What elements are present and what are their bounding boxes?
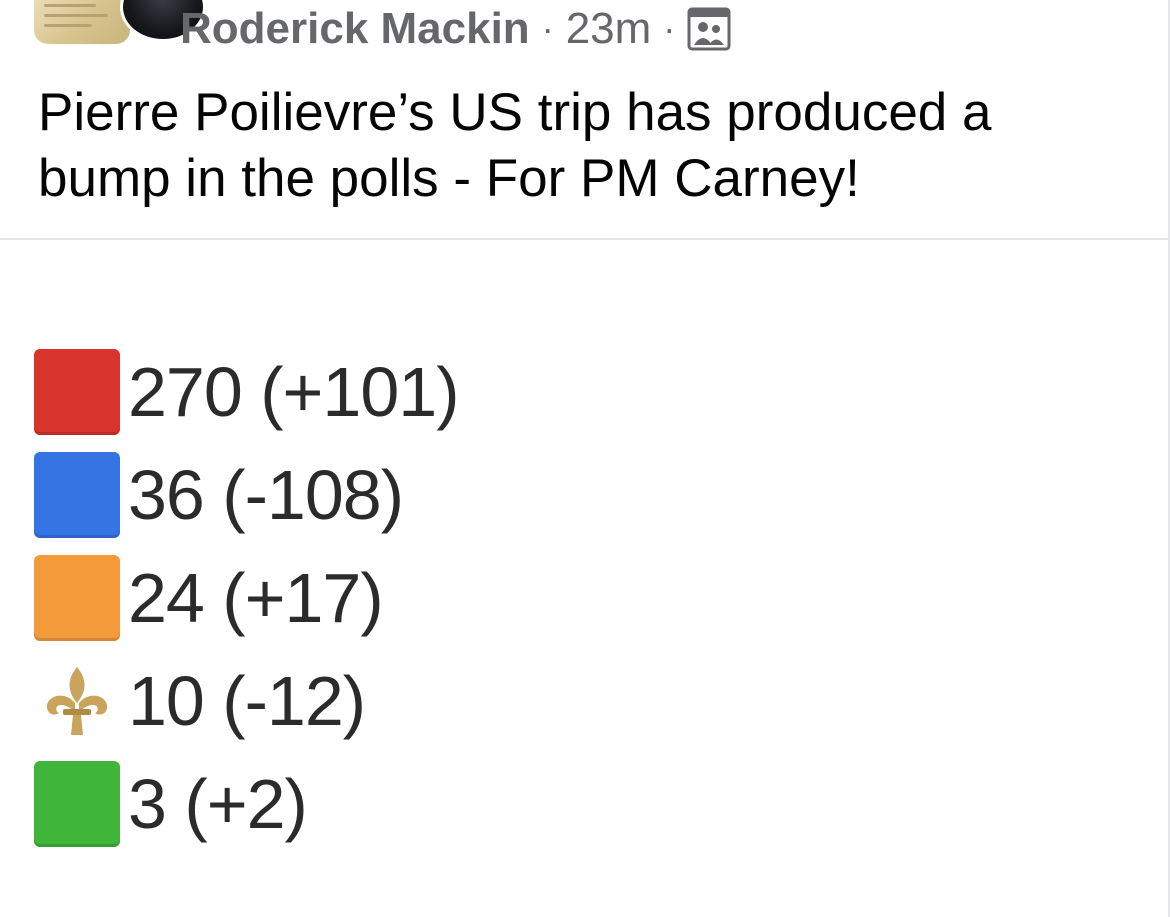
divider: [0, 238, 1168, 240]
result-text: 270 (+101): [128, 352, 460, 431]
blue-square-icon: [34, 451, 120, 538]
red-square-icon: [34, 348, 120, 435]
orange-square-icon: [34, 554, 120, 641]
page-avatar[interactable]: [34, 0, 130, 44]
green-square-icon: [34, 760, 120, 847]
post-text: Pierre Poilievre’s US trip has produced …: [38, 83, 992, 208]
result-text: 3 (+2): [128, 764, 308, 843]
group-audience-icon[interactable]: [687, 7, 731, 51]
author-name[interactable]: Roderick Mackin: [180, 4, 530, 54]
result-row: 270 (+101): [34, 340, 734, 443]
seat-projection-list: 270 (+101) 36 (-108) 24 (+17) 10 (-12) 3…: [34, 340, 734, 855]
facebook-post: Roderick Mackin · 23m · Pierre Poilievre…: [0, 0, 1170, 917]
meta-separator: ·: [541, 8, 554, 49]
fleur-de-lis-icon: [34, 658, 120, 744]
result-text: 10 (-12): [128, 661, 366, 740]
meta-separator: ·: [663, 8, 676, 49]
result-row: 24 (+17): [34, 546, 734, 649]
result-text: 36 (-108): [128, 455, 404, 534]
post-meta: Roderick Mackin · 23m ·: [180, 4, 731, 54]
post-timestamp[interactable]: 23m: [566, 4, 652, 54]
result-row: 10 (-12): [34, 649, 734, 752]
result-text: 24 (+17): [128, 558, 384, 637]
result-row: 36 (-108): [34, 443, 734, 546]
avatar-group[interactable]: [34, 0, 206, 46]
post-header: Roderick Mackin · 23m ·: [0, 0, 1168, 60]
result-row: 3 (+2): [34, 752, 734, 855]
